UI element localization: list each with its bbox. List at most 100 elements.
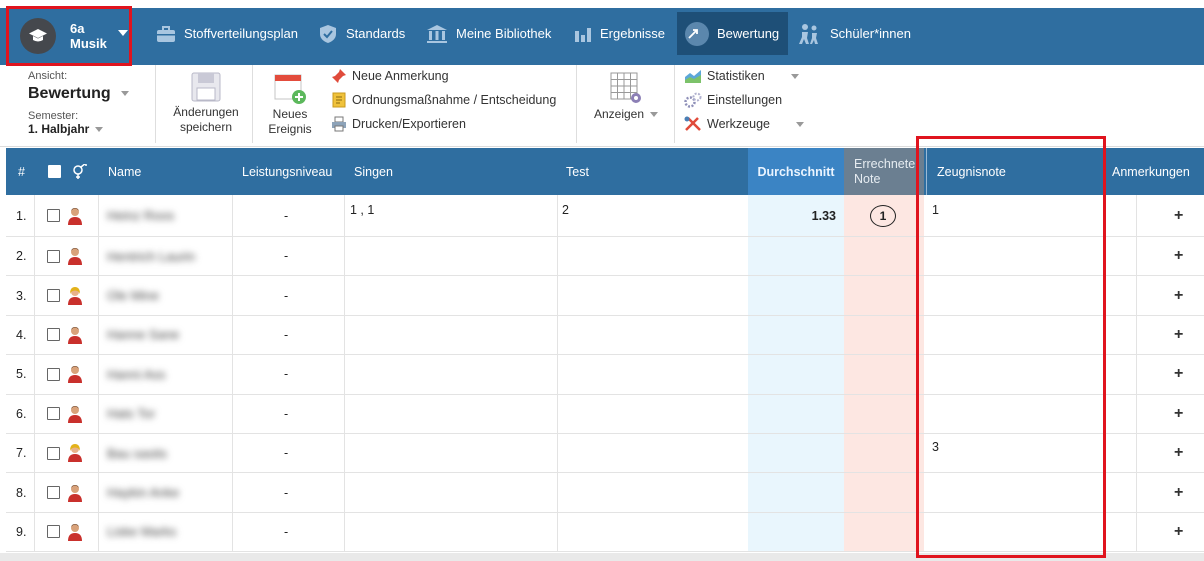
row-checkbox[interactable] xyxy=(47,355,60,393)
semester-selector[interactable]: 1. Halbjahr xyxy=(28,122,104,136)
table-row: 9. Liske Marks - + xyxy=(6,512,1204,553)
class-switcher[interactable]: 6a Musik xyxy=(16,14,132,58)
level-value[interactable]: - xyxy=(284,513,288,551)
new-note-button[interactable]: Neue Anmerkung xyxy=(331,68,449,84)
class-grade: 6a xyxy=(70,21,85,36)
nav-ergebnisse[interactable]: Ergebnisse xyxy=(566,12,673,55)
row-number: 3. xyxy=(16,288,27,303)
level-value[interactable]: - xyxy=(284,195,288,236)
display-button[interactable]: Anzeigen xyxy=(586,71,666,122)
student-name[interactable]: Hentrich Laurin xyxy=(107,237,195,275)
add-note-button[interactable]: + xyxy=(1174,237,1183,275)
student-name[interactable]: Hats Tor xyxy=(107,395,155,433)
report-grade[interactable]: 3 xyxy=(932,428,939,466)
col-header-level[interactable]: Leistungsniveau xyxy=(242,148,332,195)
add-note-button[interactable]: + xyxy=(1174,355,1183,393)
row-checkbox[interactable] xyxy=(47,434,60,472)
male-student-icon xyxy=(67,237,83,275)
view-selector[interactable]: Bewertung xyxy=(28,85,129,103)
nav-stoffverteilungsplan[interactable]: Stoffverteilungsplan xyxy=(148,12,306,55)
tools-button[interactable]: Werkzeuge xyxy=(684,116,804,132)
level-value[interactable]: - xyxy=(284,434,288,472)
col-header-average: Durchschnitt xyxy=(748,148,844,195)
chevron-down-icon xyxy=(120,91,129,97)
settings-button[interactable]: Einstellungen xyxy=(684,92,782,108)
table-body: 1. Heinz Roos -1 , 1 2 1.33 1 1 +2. Hentrich Lau… xyxy=(6,195,1204,553)
settings-label: Einstellungen xyxy=(707,93,783,107)
semester-value: 1. Halbjahr xyxy=(28,122,90,136)
row-checkbox[interactable] xyxy=(47,473,60,511)
col-header-singen[interactable]: Singen xyxy=(354,148,393,195)
horizontal-scrollbar[interactable] xyxy=(0,553,1204,561)
nav-bewertung[interactable]: Bewertung xyxy=(677,12,788,55)
add-note-button[interactable]: + xyxy=(1174,434,1183,472)
row-checkbox[interactable] xyxy=(47,237,60,275)
average-value xyxy=(748,316,836,354)
student-name[interactable]: Hanni Ass xyxy=(107,355,166,393)
row-number: 2. xyxy=(16,249,27,264)
col-header-num: # xyxy=(18,164,25,179)
select-all-checkbox[interactable] xyxy=(48,148,61,195)
print-export-button[interactable]: Drucken/Exportieren xyxy=(331,116,466,132)
row-checkbox[interactable] xyxy=(47,513,60,551)
student-name[interactable]: Hanne Sane xyxy=(107,316,179,354)
row-checkbox[interactable] xyxy=(47,276,60,314)
level-value[interactable]: - xyxy=(284,355,288,393)
add-note-button[interactable]: + xyxy=(1174,316,1183,354)
calendar-add-icon xyxy=(274,74,306,104)
student-name[interactable]: Heinz Roos xyxy=(107,195,174,236)
briefcase-icon xyxy=(157,25,175,42)
calculated-grade: 1 xyxy=(870,195,896,236)
col-header-test[interactable]: Test xyxy=(566,148,589,195)
table-row: 3. Ole Mine - + xyxy=(6,276,1204,316)
average-value: 1.33 xyxy=(811,208,836,223)
student-name[interactable]: Bau sasits xyxy=(107,434,167,472)
level-value[interactable]: - xyxy=(284,276,288,314)
add-note-button[interactable]: + xyxy=(1174,473,1183,511)
tools-label: Werkzeuge xyxy=(707,117,770,131)
level-value[interactable]: - xyxy=(284,395,288,433)
row-number: 4. xyxy=(16,327,27,342)
table-row: 7. Bau sasits -3 + xyxy=(6,433,1204,474)
nav-meine-bibliothek[interactable]: Meine Bibliothek xyxy=(418,12,559,55)
row-checkbox[interactable] xyxy=(47,395,60,433)
gender-icon[interactable] xyxy=(72,148,88,195)
student-name[interactable]: Haykin Anke xyxy=(107,473,179,511)
add-note-button[interactable]: + xyxy=(1174,276,1183,314)
chevron-down-icon xyxy=(118,30,128,36)
average-value xyxy=(748,513,836,551)
nav-standards[interactable]: Standards xyxy=(310,12,413,55)
document-icon xyxy=(332,92,346,108)
row-number: 7. xyxy=(16,446,27,461)
area-chart-icon xyxy=(685,70,701,83)
row-checkbox[interactable] xyxy=(47,316,60,354)
col-header-name[interactable]: Name xyxy=(108,148,141,195)
level-value[interactable]: - xyxy=(284,316,288,354)
report-grade[interactable]: 1 xyxy=(932,189,939,230)
singen-grades[interactable]: 1 , 1 xyxy=(350,189,374,230)
new-event-button[interactable]: Neues Ereignis xyxy=(260,71,320,137)
printer-icon xyxy=(332,116,346,132)
add-note-button[interactable]: + xyxy=(1174,395,1183,433)
row-checkbox[interactable] xyxy=(47,195,60,236)
measure-button[interactable]: Ordnungsmaßnahme / Entscheidung xyxy=(331,92,556,108)
new-event-line2: Ereignis xyxy=(268,122,312,136)
nav-schueler[interactable]: Schüler*innen xyxy=(790,12,919,55)
add-note-button[interactable]: + xyxy=(1174,195,1183,236)
test-grade[interactable]: 2 xyxy=(562,189,569,230)
measure-label: Ordnungsmaßnahme / Entscheidung xyxy=(352,93,557,107)
nav-label: Schüler*innen xyxy=(830,26,911,41)
statistics-button[interactable]: Statistiken xyxy=(684,68,799,84)
student-name[interactable]: Ole Mine xyxy=(107,276,159,314)
gears-icon xyxy=(684,92,702,108)
male-student-icon xyxy=(67,395,83,433)
save-changes-button[interactable]: Änderungen speichern xyxy=(166,71,246,135)
male-student-icon xyxy=(67,316,83,354)
student-name[interactable]: Liske Marks xyxy=(107,513,176,551)
level-value[interactable]: - xyxy=(284,237,288,275)
nav-label: Standards xyxy=(346,26,406,41)
level-value[interactable]: - xyxy=(284,473,288,511)
add-note-button[interactable]: + xyxy=(1174,513,1183,551)
average-value xyxy=(748,276,836,314)
nav-label: Ergebnisse xyxy=(600,26,666,41)
